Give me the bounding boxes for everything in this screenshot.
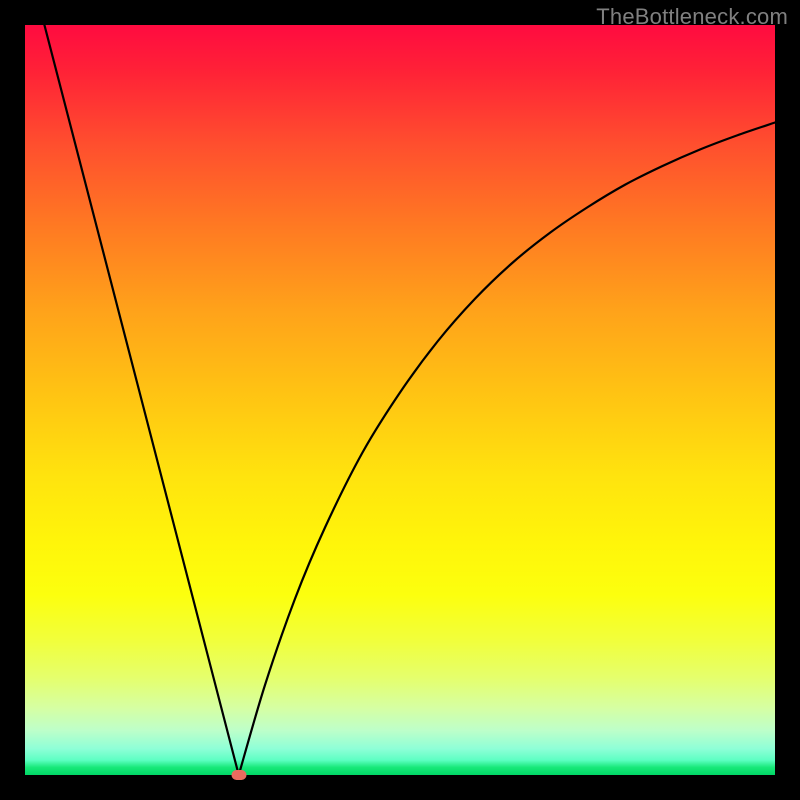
watermark-text: TheBottleneck.com [596, 4, 788, 30]
minimum-marker [231, 770, 246, 780]
chart-frame: TheBottleneck.com [0, 0, 800, 800]
curve-left-branch [25, 25, 239, 775]
plot-area [25, 25, 775, 775]
curve-right-branch [239, 123, 775, 776]
curve-layer [25, 25, 775, 775]
